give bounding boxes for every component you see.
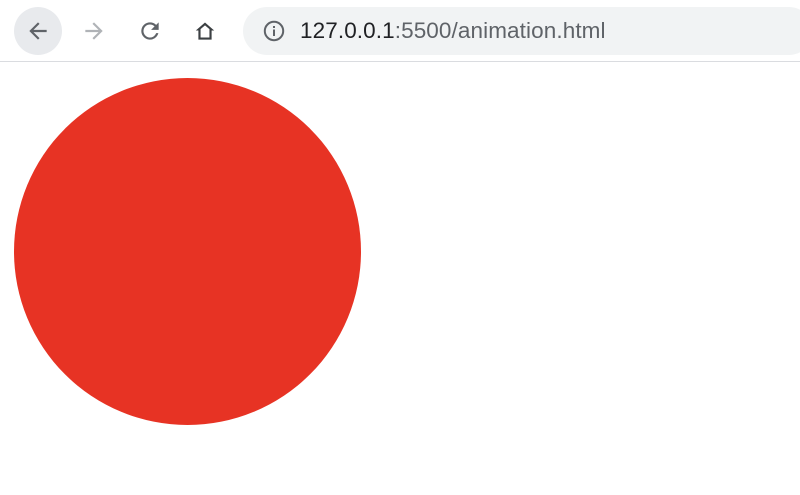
address-bar[interactable]: 127.0.0.1:5500/animation.html	[243, 7, 800, 55]
url-host: 127.0.0.1	[300, 18, 395, 43]
forward-button[interactable]	[70, 7, 118, 55]
page-viewport	[0, 63, 800, 495]
reload-button[interactable]	[126, 7, 174, 55]
info-icon[interactable]	[261, 18, 287, 44]
back-button[interactable]	[14, 7, 62, 55]
url-path: :5500/animation.html	[394, 18, 606, 43]
arrow-left-icon	[29, 22, 47, 40]
url-text[interactable]: 127.0.0.1:5500/animation.html	[300, 18, 606, 44]
browser-toolbar: 127.0.0.1:5500/animation.html	[0, 0, 800, 62]
home-button[interactable]	[181, 7, 229, 55]
reload-icon	[141, 22, 159, 40]
arrow-right-icon	[85, 22, 103, 40]
home-icon	[195, 22, 215, 40]
red-circle	[14, 78, 361, 425]
